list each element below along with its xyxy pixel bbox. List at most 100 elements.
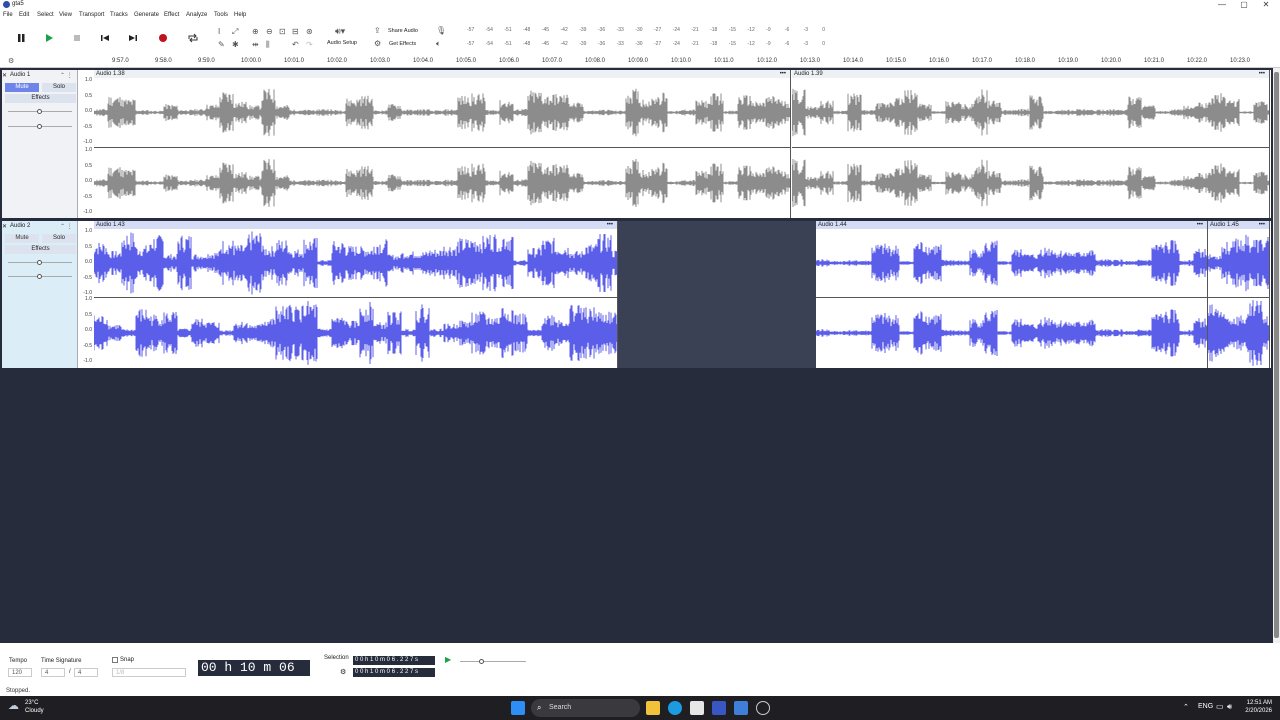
record-button[interactable] [151, 26, 175, 50]
clip-header[interactable]: Audio 1.45 ••• [1208, 221, 1269, 229]
network-icon[interactable]: ▭ [1216, 702, 1224, 711]
selection-settings-icon[interactable]: ⚙︎ [340, 668, 346, 676]
clip-menu-button[interactable]: ••• [1259, 70, 1265, 78]
menu-edit[interactable]: Edit [19, 12, 29, 18]
play-at-speed-icon[interactable]: ▶ [445, 655, 451, 664]
clip-audio-1-44[interactable]: Audio 1.44 ••• [816, 221, 1208, 368]
solo-button[interactable]: Solo [42, 83, 76, 92]
time-signature-numerator[interactable]: 4 [41, 668, 65, 677]
volume-slider[interactable] [8, 260, 72, 265]
play-button[interactable] [37, 26, 61, 50]
maximize-button[interactable]: ▢ [1233, 0, 1255, 10]
playback-meter-icon[interactable]: 🔈︎ [436, 40, 441, 48]
silence-icon[interactable]: ⫼ [266, 41, 270, 49]
track-collapse-icon[interactable]: ⌃ ⋮ [60, 72, 73, 79]
pan-slider[interactable] [8, 124, 72, 129]
taskbar-search[interactable]: Search [531, 699, 640, 717]
skip-end-button[interactable] [121, 26, 145, 50]
envelope-tool-icon[interactable]: ⤢ [232, 28, 238, 36]
effects-button[interactable]: Effects [5, 245, 76, 254]
solo-button[interactable]: Solo [42, 234, 76, 243]
weather-widget[interactable]: 23°C Cloudy [25, 699, 44, 715]
clip-header[interactable]: Audio 1.43 ••• [94, 221, 617, 229]
clip-menu-button[interactable]: ••• [1259, 221, 1265, 229]
close-button[interactable]: ✕ [1255, 0, 1277, 10]
notepad-icon[interactable] [734, 701, 748, 715]
menu-tracks[interactable]: Tracks [110, 12, 128, 18]
record-meter[interactable]: -57 -54 -51 -48 -45 -42 -39 -36 -33 -30 -27 -24 -21-… [447, 27, 847, 35]
get-effects-label[interactable]: Get Effects [389, 41, 416, 47]
start-icon[interactable] [511, 701, 525, 715]
menu-help[interactable]: Help [234, 12, 246, 18]
time-signature-denominator[interactable]: 4 [74, 668, 98, 677]
redo-icon[interactable]: ↷ [306, 41, 313, 49]
volume-slider[interactable] [8, 109, 72, 114]
clip-audio-1-43[interactable]: Audio 1.43 ••• [94, 221, 618, 368]
track-name[interactable]: Audio 1 [10, 72, 30, 78]
audacity-icon[interactable] [712, 701, 726, 715]
playback-meter[interactable]: -57 -54 -51 -48 -45 -42 -39 -36 -33 -30 -27 -24 -21-… [447, 41, 847, 49]
minimize-button[interactable]: — [1211, 0, 1233, 10]
record-meter-icon[interactable]: 🎙︎ [436, 27, 446, 35]
ruler-settings-icon[interactable]: ⚙︎ [8, 57, 14, 65]
undo-icon[interactable]: ↶ [292, 41, 299, 49]
time-display[interactable]: 00 h 10 m 06 s [198, 660, 310, 691]
menu-tools[interactable]: Tools [214, 12, 228, 18]
zoom-out-icon[interactable]: ⊖ [266, 28, 273, 36]
skip-start-button[interactable] [93, 26, 117, 50]
get-effects-icon[interactable]: ⚙︎ [374, 40, 381, 48]
multi-tool-icon[interactable]: ✱ [232, 41, 239, 49]
clip-audio-1-39[interactable]: Audio 1.39 ••• [792, 70, 1270, 218]
zoom-selection-icon[interactable]: ⊡ [279, 28, 286, 36]
audio-setup-icon[interactable]: 🔊︎▾ [335, 27, 345, 36]
mute-button[interactable]: Mute [5, 83, 39, 92]
mute-button[interactable]: Mute [5, 234, 39, 243]
zoom-fit-icon[interactable]: ⊟ [292, 28, 299, 36]
track-control-panel[interactable]: ✕ Audio 1 ⌃ ⋮ Mute Solo Effects [2, 70, 78, 218]
loop-button[interactable] [181, 26, 205, 50]
store-icon[interactable] [690, 701, 704, 715]
clip-menu-button[interactable]: ••• [607, 221, 613, 229]
draw-tool-icon[interactable]: ✎ [218, 41, 225, 49]
audio-setup-label[interactable]: Audio Setup [327, 40, 357, 46]
menu-select[interactable]: Select [37, 12, 54, 18]
track-control-panel[interactable]: ✕ Audio 2 ⌃ ⋮ Mute Solo Effects [2, 221, 78, 368]
timeline-ruler[interactable]: ⚙︎ 9:57.0 9:58.0 9:59.0 10:00.0 10:01.0 10:02… [0, 54, 1280, 68]
edge-icon[interactable] [668, 701, 682, 715]
selection-end[interactable]: 0 0 h 1 0 m 0 6 . 2 2 7 s [353, 668, 435, 677]
clip-audio-1-38[interactable]: Audio 1.38 ••• [94, 70, 791, 218]
clip-header[interactable]: Audio 1.38 ••• [94, 70, 790, 78]
menu-analyze[interactable]: Analyze [186, 12, 207, 18]
snap-select[interactable]: 1/8 [112, 668, 186, 677]
effects-button[interactable]: Effects [5, 94, 76, 103]
tray-chevron-icon[interactable]: ⌃ [1183, 703, 1189, 711]
track-collapse-icon[interactable]: ⌃ ⋮ [60, 223, 73, 230]
clip-audio-1-45[interactable]: Audio 1.45 ••• [1208, 221, 1270, 368]
volume-icon[interactable]: 🔊︎ [1227, 702, 1232, 712]
track-audio-1[interactable]: ✕ Audio 1 ⌃ ⋮ Mute Solo Effects 1.0 0.5 0.… [2, 70, 1271, 218]
track-audio-2[interactable]: ✕ Audio 2 ⌃ ⋮ Mute Solo Effects 1.0 0.5 0.… [2, 221, 1271, 368]
language-icon[interactable]: ENG [1198, 703, 1213, 710]
clip-header[interactable]: Audio 1.39 ••• [792, 70, 1269, 78]
select-tool-icon[interactable]: I [218, 28, 220, 36]
vertical-scrollbar[interactable] [1273, 68, 1280, 643]
track-name[interactable]: Audio 2 [10, 223, 30, 229]
menu-effect[interactable]: Effect [164, 12, 179, 18]
menu-transport[interactable]: Transport [79, 12, 104, 18]
clip-menu-button[interactable]: ••• [1197, 221, 1203, 229]
zoom-in-icon[interactable]: ⊕ [252, 28, 259, 36]
track-close-button[interactable]: ✕ [2, 223, 7, 230]
clip-header[interactable]: Audio 1.44 ••• [816, 221, 1207, 229]
share-audio-label[interactable]: Share Audio [388, 28, 418, 34]
clock[interactable]: 12:51 AM 2/20/2026 [1245, 699, 1272, 715]
snap-checkbox[interactable] [112, 657, 118, 663]
menu-view[interactable]: View [59, 12, 72, 18]
zoom-toggle-icon[interactable]: ⊛ [306, 28, 313, 36]
empty-gap[interactable] [618, 221, 816, 368]
file-explorer-icon[interactable] [646, 701, 660, 715]
track-close-button[interactable]: ✕ [2, 72, 7, 79]
menu-generate[interactable]: Generate [134, 12, 159, 18]
pause-button[interactable] [9, 26, 33, 50]
clip-menu-button[interactable]: ••• [780, 70, 786, 78]
share-audio-icon[interactable]: ⇪ [374, 27, 381, 35]
